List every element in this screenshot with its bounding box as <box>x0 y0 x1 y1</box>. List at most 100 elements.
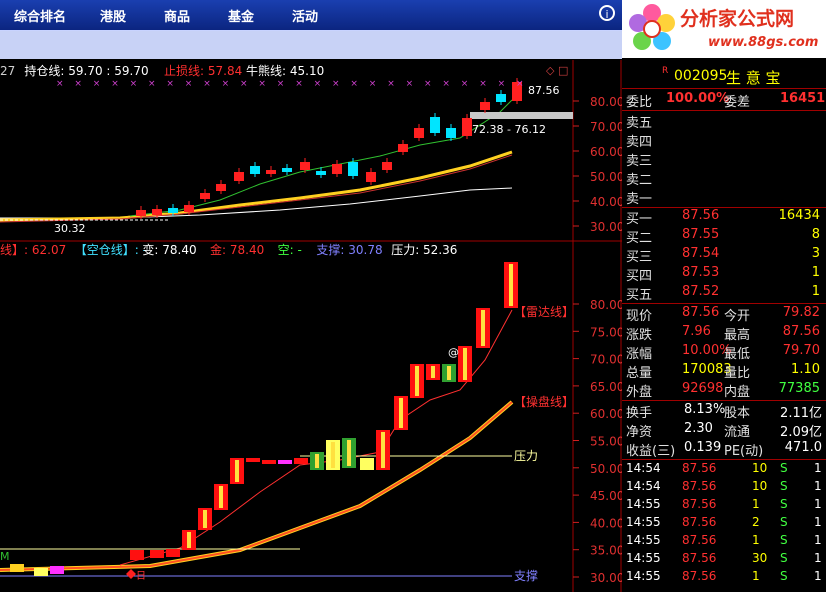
logo-url-text: www.88gs.com <box>708 35 819 50</box>
buy-level-price: 87.55 <box>682 227 720 242</box>
tick-count: 1 <box>814 551 822 565</box>
sell-level-label: 卖三 <box>626 154 653 169</box>
logo-brand-text: 分析家公式网 <box>680 8 795 30</box>
tick-side: S <box>780 479 788 493</box>
stock-chart[interactable]: 80.00 70.00 60.00 50.00 40.00 30.00 80.00 75.00… <box>0 60 622 592</box>
fund-value: 8.13% <box>684 402 726 417</box>
upper-candle <box>216 184 226 191</box>
upper-candle <box>316 171 326 175</box>
quote-value: 79.82 <box>782 305 820 320</box>
signal-marker: × <box>222 79 230 89</box>
quote-value: 92698 <box>682 381 724 396</box>
candle-core <box>431 366 435 378</box>
upper-candle <box>300 162 310 170</box>
buy-level-label: 买四 <box>626 269 653 284</box>
signal-marker: × <box>314 79 322 89</box>
candle-core <box>447 366 451 380</box>
buy-level-volume: 8 <box>811 227 820 242</box>
quote-label: 涨幅 <box>626 347 653 362</box>
tick-price: 87.56 <box>682 497 717 511</box>
panel-separator <box>622 459 826 460</box>
lower-axis-label: 75.00 <box>590 325 622 339</box>
lower-axis-label: 40.00 <box>590 516 622 530</box>
lower-candle <box>262 460 276 464</box>
signal-marker: × <box>56 79 64 89</box>
upper-candle <box>414 128 424 138</box>
operate-line-label: 【操盘线】 <box>514 394 574 409</box>
upper-candle <box>496 94 506 102</box>
upper-candle <box>282 168 292 172</box>
upper-candle <box>200 193 210 199</box>
upper-axis-label: 30.00 <box>590 220 622 234</box>
signal-marker: × <box>295 79 303 89</box>
candle-core <box>509 264 513 306</box>
m-marker: M <box>0 550 10 563</box>
candle-core <box>415 366 419 396</box>
quote-value: 87.56 <box>782 324 820 339</box>
wei-cha-label: 委差 <box>724 95 751 110</box>
low-price-label: 30.32 <box>54 222 86 235</box>
lower-axis-label: 55.00 <box>590 435 622 449</box>
fund-value: 2.09亿 <box>780 425 822 440</box>
sell-level-label: 卖四 <box>626 135 653 150</box>
upper-candle <box>446 128 456 138</box>
lower-candle <box>130 550 144 560</box>
quote-label: 现价 <box>626 309 653 324</box>
panel-separator <box>622 110 826 111</box>
quote-label: 涨跌 <box>626 328 653 343</box>
legend-change: 变: 78.40 <box>142 242 196 257</box>
menu-ranking[interactable]: 综合排名 <box>14 6 66 25</box>
menu-commodities[interactable]: 商品 <box>164 6 190 25</box>
signal-marker: × <box>93 79 101 89</box>
quote-value: 7.96 <box>682 324 711 339</box>
upper-candle <box>266 170 276 174</box>
lower-candle <box>34 568 48 576</box>
tick-side: S <box>780 551 788 565</box>
info-icon[interactable]: i <box>599 5 615 21</box>
buy-level-volume: 3 <box>811 246 820 261</box>
tick-volume: 1 <box>752 569 760 583</box>
fund-value: 2.30 <box>684 421 713 436</box>
short-ma-line <box>129 99 513 217</box>
candle-core <box>203 510 207 528</box>
lower-axis-label: 65.00 <box>590 380 622 394</box>
buy-level-label: 买一 <box>626 212 653 227</box>
signal-marker: × <box>185 79 193 89</box>
lower-axis-label: 70.00 <box>590 353 622 367</box>
menu-activities[interactable]: 活动 <box>292 6 318 25</box>
quote-label: 内盘 <box>724 385 751 400</box>
sell-level-label: 卖五 <box>626 116 653 131</box>
legend-pressure: 压力: 52.36 <box>391 243 457 257</box>
tick-count: 1 <box>814 569 822 583</box>
panel-corner-icons[interactable]: ◇ □ <box>546 64 568 77</box>
at-marker: @ <box>448 346 459 359</box>
upper-candle <box>152 209 162 215</box>
diamond-marker-icon <box>126 569 136 579</box>
signal-marker: × <box>442 79 450 89</box>
quote-label: 总量 <box>626 366 653 381</box>
upper-candle <box>234 172 244 181</box>
tick-time: 14:54 <box>626 461 661 475</box>
candle-core <box>399 398 403 428</box>
fund-label: PE(动) <box>724 444 764 459</box>
upper-axis-label: 80.00 <box>590 95 622 109</box>
signal-marker: × <box>406 79 414 89</box>
buy-level-label: 买五 <box>626 288 653 303</box>
wei-bi-label: 委比 <box>626 95 653 110</box>
toolbar-strip <box>0 31 622 59</box>
upper-candle <box>250 166 260 174</box>
fund-value: 471.0 <box>784 440 822 455</box>
tick-side: S <box>780 515 788 529</box>
upper-candle <box>382 162 392 170</box>
fund-label: 流通 <box>724 425 751 440</box>
day-marker: 日 <box>136 571 146 582</box>
high-price-label: 87.56 <box>528 84 560 97</box>
sell-level-label: 卖二 <box>626 173 653 188</box>
menu-funds[interactable]: 基金 <box>228 6 254 25</box>
site-logo: 分析家公式网 www.88gs.com <box>622 0 826 58</box>
signal-marker: × <box>111 79 119 89</box>
menu-hk-stocks[interactable]: 港股 <box>100 6 126 25</box>
upper-candle <box>184 205 194 212</box>
legend-gold: 金: 78.40 <box>210 242 264 257</box>
tick-count: 1 <box>814 461 822 475</box>
